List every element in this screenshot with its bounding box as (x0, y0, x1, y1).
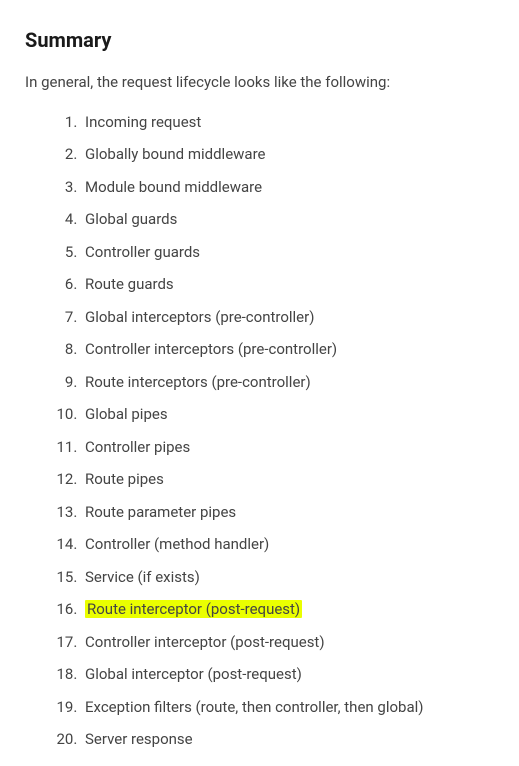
list-item: Module bound middleware (81, 171, 494, 204)
list-item: Exception filters (route, then controlle… (81, 691, 494, 724)
list-item: Incoming request (81, 106, 494, 139)
intro-text: In general, the request lifecycle looks … (25, 71, 494, 94)
list-item: Service (if exists) (81, 561, 494, 594)
list-item: Global interceptor (post-request) (81, 658, 494, 691)
list-item: Controller pipes (81, 431, 494, 464)
list-item: Controller interceptor (post-request) (81, 626, 494, 659)
list-item: Global guards (81, 203, 494, 236)
highlighted-text: Route interceptor (post-request) (85, 600, 302, 618)
list-item: Route parameter pipes (81, 496, 494, 529)
list-item: Controller guards (81, 236, 494, 269)
list-item: Route interceptor (post-request) (81, 593, 494, 626)
list-item: Controller (method handler) (81, 528, 494, 561)
list-item: Controller interceptors (pre-controller) (81, 333, 494, 366)
list-item: Route guards (81, 268, 494, 301)
summary-heading: Summary (25, 25, 494, 55)
lifecycle-list: Incoming requestGlobally bound middlewar… (25, 106, 494, 756)
list-item: Route interceptors (pre-controller) (81, 366, 494, 399)
list-item: Globally bound middleware (81, 138, 494, 171)
list-item: Route pipes (81, 463, 494, 496)
list-item: Global interceptors (pre-controller) (81, 301, 494, 334)
list-item: Global pipes (81, 398, 494, 431)
content-wrap: Summary In general, the request lifecycl… (0, 0, 519, 766)
list-item: Server response (81, 723, 494, 756)
